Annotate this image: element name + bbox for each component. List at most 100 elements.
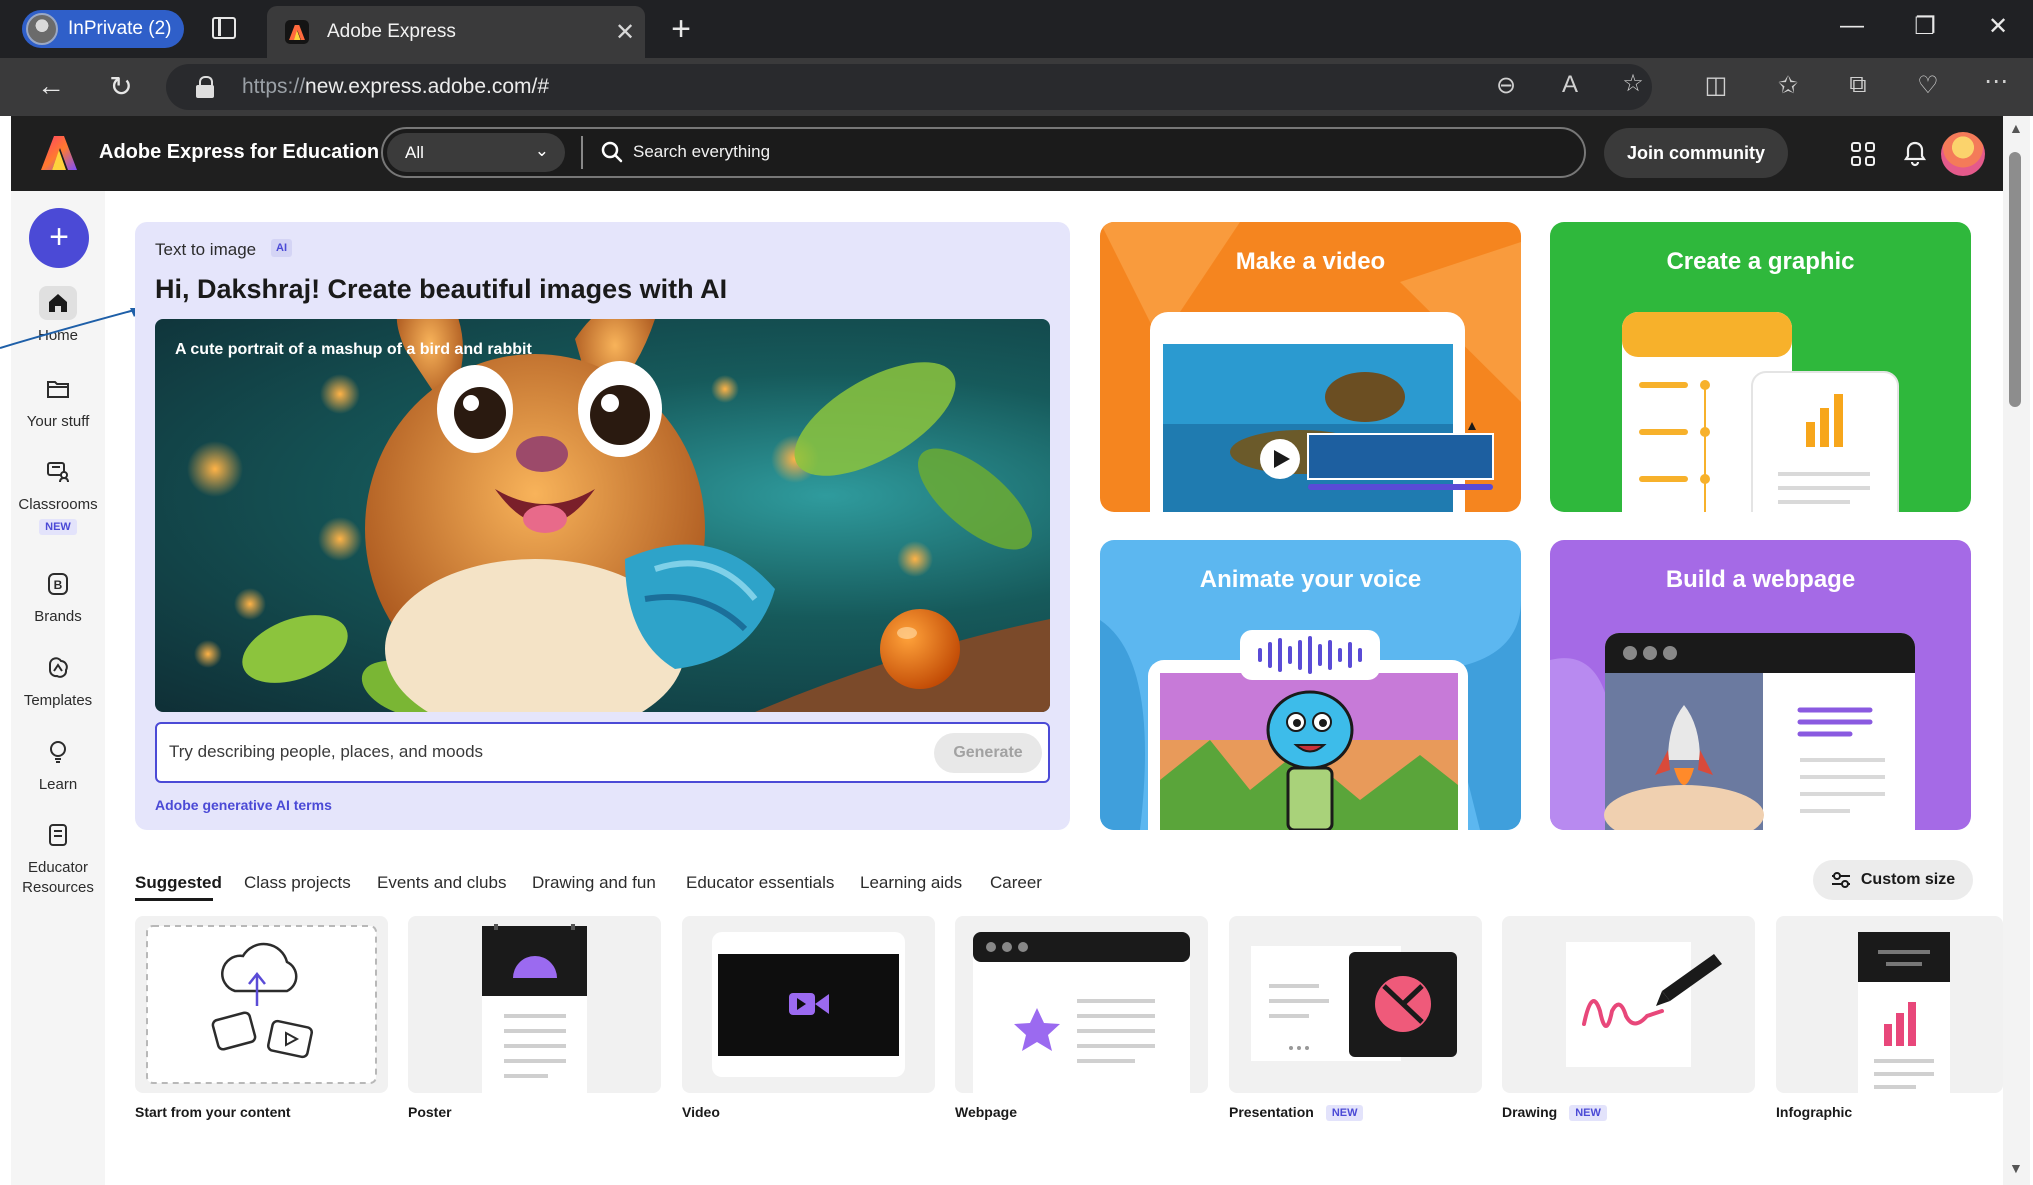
apps-grid-icon[interactable]: [1851, 142, 1875, 166]
make-video-card[interactable]: Make a video: [1100, 222, 1521, 512]
tab-educator-essentials[interactable]: Educator essentials: [686, 873, 834, 893]
lightbulb-icon: [39, 735, 77, 769]
svg-text:B: B: [54, 578, 63, 592]
read-aloud-icon[interactable]: A: [1552, 71, 1588, 99]
classroom-icon: [39, 455, 77, 489]
image-caption: A cute portrait of a mashup of a bird an…: [175, 341, 532, 358]
more-options-icon[interactable]: ⋯: [1978, 67, 2014, 96]
user-avatar[interactable]: [1941, 132, 1985, 176]
tab-title: Adobe Express: [327, 21, 456, 42]
folder-icon: [39, 372, 77, 406]
tab-suggested[interactable]: Suggested: [135, 873, 222, 893]
new-tab-button[interactable]: +: [664, 10, 698, 49]
ai-terms-link[interactable]: Adobe generative AI terms: [155, 797, 332, 813]
rail-item-classrooms[interactable]: Classrooms NEW: [11, 455, 105, 535]
ai-sample-image[interactable]: A cute portrait of a mashup of a bird an…: [155, 319, 1050, 712]
scroll-up-arrow-icon[interactable]: ▲: [2009, 120, 2023, 136]
adobe-express-logo-icon[interactable]: [41, 136, 77, 170]
template-label: Webpage: [955, 1104, 1017, 1120]
build-webpage-card[interactable]: Build a webpage: [1550, 540, 1971, 830]
new-badge: NEW: [1569, 1105, 1607, 1121]
custom-size-button[interactable]: Custom size: [1813, 860, 1973, 900]
prompt-placeholder: Try describing people, places, and moods: [169, 742, 484, 761]
tab-class-projects[interactable]: Class projects: [244, 873, 351, 893]
tab-learning-aids[interactable]: Learning aids: [860, 873, 962, 893]
build-webpage-title: Build a webpage: [1665, 566, 1856, 593]
lock-icon: [196, 76, 214, 98]
upload-content-icon: [146, 925, 377, 1084]
refresh-icon[interactable]: ↻: [101, 70, 141, 103]
generate-button[interactable]: Generate: [934, 733, 1042, 773]
restore-icon[interactable]: ❐: [1905, 12, 1945, 41]
template-video[interactable]: [682, 916, 935, 1093]
split-screen-icon[interactable]: ◫: [1698, 71, 1734, 100]
search-icon: [601, 141, 623, 163]
scroll-down-arrow-icon[interactable]: ▼: [2009, 1160, 2023, 1176]
template-infographic[interactable]: [1776, 916, 2003, 1093]
animate-voice-card[interactable]: Animate your voice: [1100, 540, 1521, 830]
global-search[interactable]: All ⌄ Search everything: [381, 127, 1586, 178]
webpage-template-icon: [973, 932, 1190, 1093]
new-badge: NEW: [39, 519, 77, 535]
tab-events-and-clubs[interactable]: Events and clubs: [377, 873, 506, 893]
hero-kicker: Text to image: [155, 240, 257, 259]
adobe-favicon-icon: [285, 20, 309, 44]
ai-badge: AI: [271, 239, 292, 257]
template-presentation[interactable]: [1229, 916, 1482, 1093]
rail-item-learn[interactable]: Learn: [11, 735, 105, 795]
tab-career[interactable]: Career: [990, 873, 1042, 893]
rail-label-classrooms: Classrooms: [18, 496, 98, 513]
animate-voice-title: Animate your voice: [1199, 566, 1422, 593]
tab-adobe-express[interactable]: Adobe Express ✕: [267, 6, 645, 58]
url-field[interactable]: https://new.express.adobe.com/#: [166, 64, 1652, 110]
template-label: Drawing NEW: [1502, 1104, 1607, 1121]
notifications-bell-icon[interactable]: [1903, 140, 1927, 168]
bird-rabbit-illustration: [187, 319, 1050, 712]
back-arrow-icon[interactable]: ←: [31, 70, 71, 102]
search-filter-value: All: [405, 143, 424, 162]
create-graphic-title: Create a graphic: [1666, 248, 1855, 275]
app-header: Adobe Express for Education All ⌄ Search…: [11, 116, 2003, 191]
rail-item-templates[interactable]: Templates: [11, 651, 105, 711]
make-video-title: Make a video: [1235, 248, 1386, 275]
search-input[interactable]: Search everything: [633, 142, 770, 162]
rail-item-your-stuff[interactable]: Your stuff: [11, 372, 105, 432]
rail-item-educator-resources[interactable]: Educator Resources: [11, 818, 105, 898]
rail-label-your-stuff: Your stuff: [26, 413, 90, 430]
create-new-button[interactable]: +: [29, 208, 89, 268]
template-start-from-content[interactable]: [135, 916, 388, 1093]
hero-title: Hi, Dakshraj! Create beautiful images wi…: [155, 274, 728, 304]
join-community-button[interactable]: Join community: [1604, 128, 1788, 178]
text-to-image-card: Text to image AI Hi, Dakshraj! Create be…: [135, 222, 1070, 830]
favorites-icon[interactable]: ✩: [1770, 71, 1806, 100]
browser-essentials-icon[interactable]: ♡: [1910, 71, 1946, 100]
search-divider: [581, 136, 583, 169]
sliders-icon: [1831, 872, 1850, 888]
close-window-icon[interactable]: ✕: [1978, 12, 2018, 41]
template-poster[interactable]: [408, 916, 661, 1093]
scrollbar-thumb[interactable]: [2009, 152, 2021, 407]
profile-label: InPrivate (2): [68, 18, 172, 39]
favorite-star-icon[interactable]: ☆: [1615, 69, 1651, 98]
create-graphic-card[interactable]: Create a graphic: [1550, 222, 1971, 512]
template-label: Video: [682, 1104, 720, 1120]
search-filter-select[interactable]: All ⌄: [387, 133, 565, 172]
prompt-input[interactable]: Try describing people, places, and moods…: [155, 722, 1050, 783]
template-drawing[interactable]: [1502, 916, 1755, 1093]
url-text: https://new.express.adobe.com/#: [242, 75, 550, 98]
rail-label-brands: Brands: [34, 608, 82, 625]
zoom-out-icon[interactable]: ⊖: [1488, 71, 1524, 100]
tab-actions-icon[interactable]: [212, 17, 236, 39]
tab-drawing-and-fun[interactable]: Drawing and fun: [532, 873, 656, 893]
template-webpage[interactable]: [955, 916, 1208, 1093]
collections-icon[interactable]: ⧉: [1840, 71, 1876, 99]
custom-size-label: Custom size: [1860, 871, 1956, 888]
app-title: Adobe Express for Education: [99, 141, 380, 163]
template-label: Poster: [408, 1104, 452, 1120]
inprivate-profile-button[interactable]: InPrivate (2): [22, 10, 184, 48]
chevron-down-icon: ⌄: [534, 141, 549, 160]
rail-item-brands[interactable]: B Brands: [11, 567, 105, 627]
minimize-icon[interactable]: —: [1832, 12, 1872, 40]
template-label: Presentation NEW: [1229, 1104, 1364, 1121]
tab-close-icon[interactable]: ✕: [605, 18, 645, 47]
